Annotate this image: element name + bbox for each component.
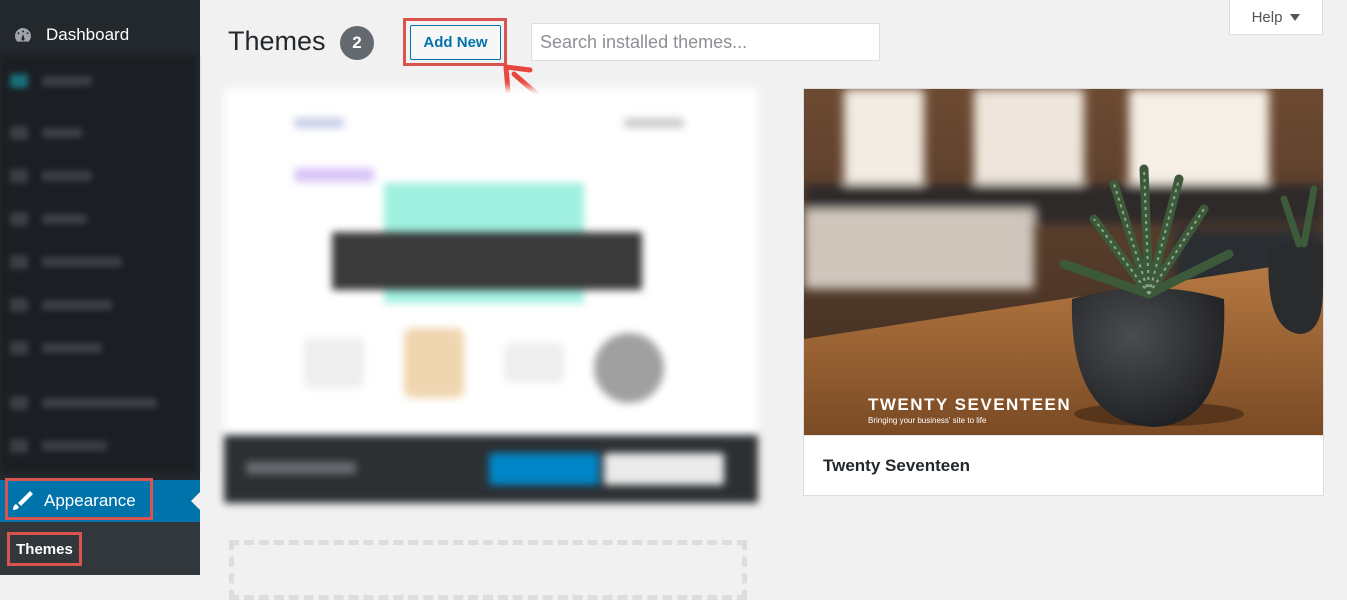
highlight-box-appearance bbox=[5, 478, 153, 520]
dashboard-icon bbox=[12, 24, 34, 46]
page-title: Themes bbox=[228, 26, 326, 56]
theme-count-badge: 2 bbox=[340, 26, 374, 60]
admin-sidebar: Dashboard Appearance Themes bbox=[0, 0, 200, 575]
theme-card-twenty-seventeen[interactable]: TWENTY SEVENTEEN Bringing your business'… bbox=[803, 88, 1324, 496]
theme-screenshot-tagline: Bringing your business' site to life bbox=[868, 416, 987, 425]
active-theme-card-blurred[interactable] bbox=[224, 88, 758, 503]
blurred-menu-items bbox=[0, 55, 196, 473]
add-new-button[interactable]: Add New bbox=[410, 25, 501, 60]
sidebar-subitem-label: Themes bbox=[16, 540, 73, 558]
theme-name: Twenty Seventeen bbox=[804, 435, 1323, 495]
current-menu-pointer bbox=[191, 492, 200, 510]
search-input[interactable] bbox=[531, 23, 880, 61]
caret-down-icon bbox=[1290, 9, 1301, 26]
theme-screenshot-title: TWENTY SEVENTEEN bbox=[868, 395, 1072, 414]
sidebar-item-label: Dashboard bbox=[46, 25, 130, 44]
theme-screenshot: TWENTY SEVENTEEN Bringing your business'… bbox=[804, 89, 1323, 435]
sidebar-item-dashboard[interactable]: Dashboard bbox=[0, 14, 200, 56]
help-label: Help bbox=[1251, 8, 1283, 26]
sidebar-subitem-themes[interactable]: Themes bbox=[7, 532, 82, 566]
add-new-theme-card[interactable] bbox=[229, 540, 747, 600]
help-tab[interactable]: Help bbox=[1229, 0, 1323, 35]
